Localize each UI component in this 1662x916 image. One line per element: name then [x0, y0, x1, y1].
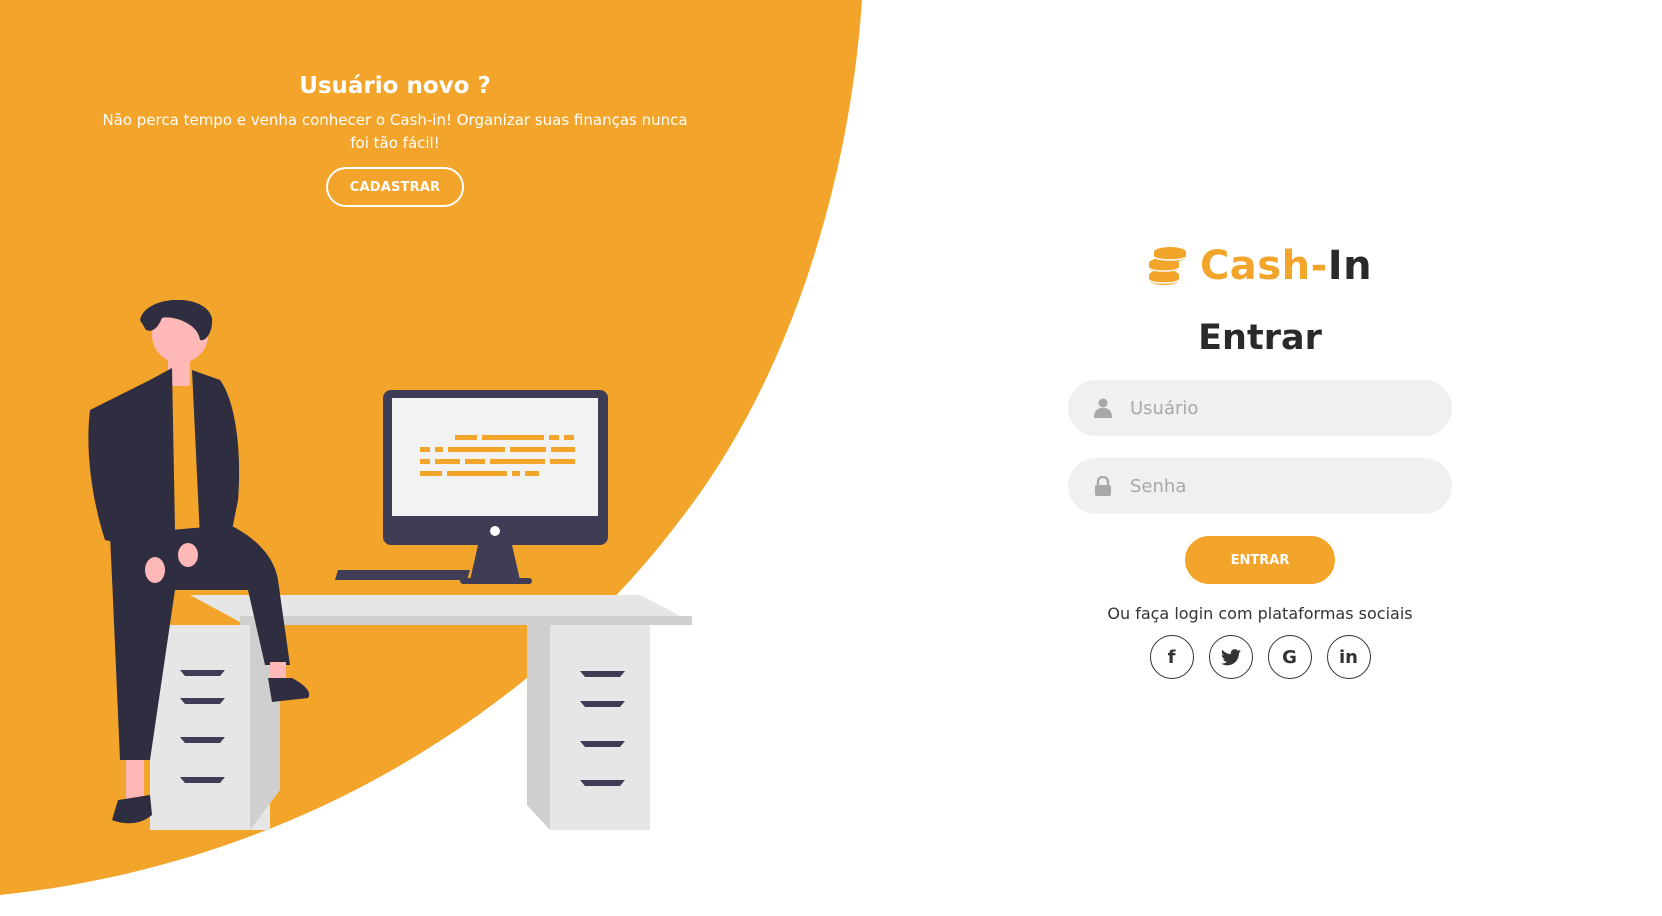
twitter-icon: [1220, 648, 1241, 665]
signup-panel: Usuário novo ? Não perca tempo e venha c…: [80, 73, 710, 207]
password-input[interactable]: [1128, 474, 1432, 498]
logo-text-in: In: [1327, 243, 1373, 289]
facebook-button[interactable]: f: [1149, 635, 1194, 679]
google-button[interactable]: G: [1267, 635, 1312, 679]
user-icon: [1094, 398, 1112, 418]
social-login-text: Ou faça login com plataformas sociais: [1107, 604, 1413, 623]
person-at-desk-illustration: [88, 300, 692, 830]
logo-text: Cash-In: [1200, 243, 1372, 289]
coins-icon: [1148, 247, 1187, 285]
login-panel: Cash-In Entrar ENTRAR Ou faça login com …: [1040, 236, 1480, 679]
username-field[interactable]: [1068, 380, 1452, 436]
linkedin-button[interactable]: in: [1326, 635, 1371, 679]
signup-description: Não perca tempo e venha conhecer o Cash-…: [102, 111, 688, 152]
logo-text-cash: Cash-: [1199, 243, 1328, 289]
password-field[interactable]: [1068, 458, 1452, 514]
signup-button[interactable]: CADASTRAR: [325, 167, 465, 207]
form-title: Entrar: [1198, 318, 1322, 358]
google-icon: G: [1282, 646, 1297, 668]
login-button[interactable]: ENTRAR: [1185, 536, 1335, 584]
username-input[interactable]: [1128, 396, 1432, 420]
lock-icon: [1095, 476, 1111, 496]
logo: Cash-In: [1040, 236, 1480, 296]
social-buttons: f G in: [1040, 635, 1480, 679]
twitter-button[interactable]: [1208, 635, 1253, 679]
facebook-icon: f: [1167, 646, 1176, 668]
signup-title: Usuário novo ?: [299, 73, 491, 99]
linkedin-icon: in: [1339, 646, 1358, 668]
